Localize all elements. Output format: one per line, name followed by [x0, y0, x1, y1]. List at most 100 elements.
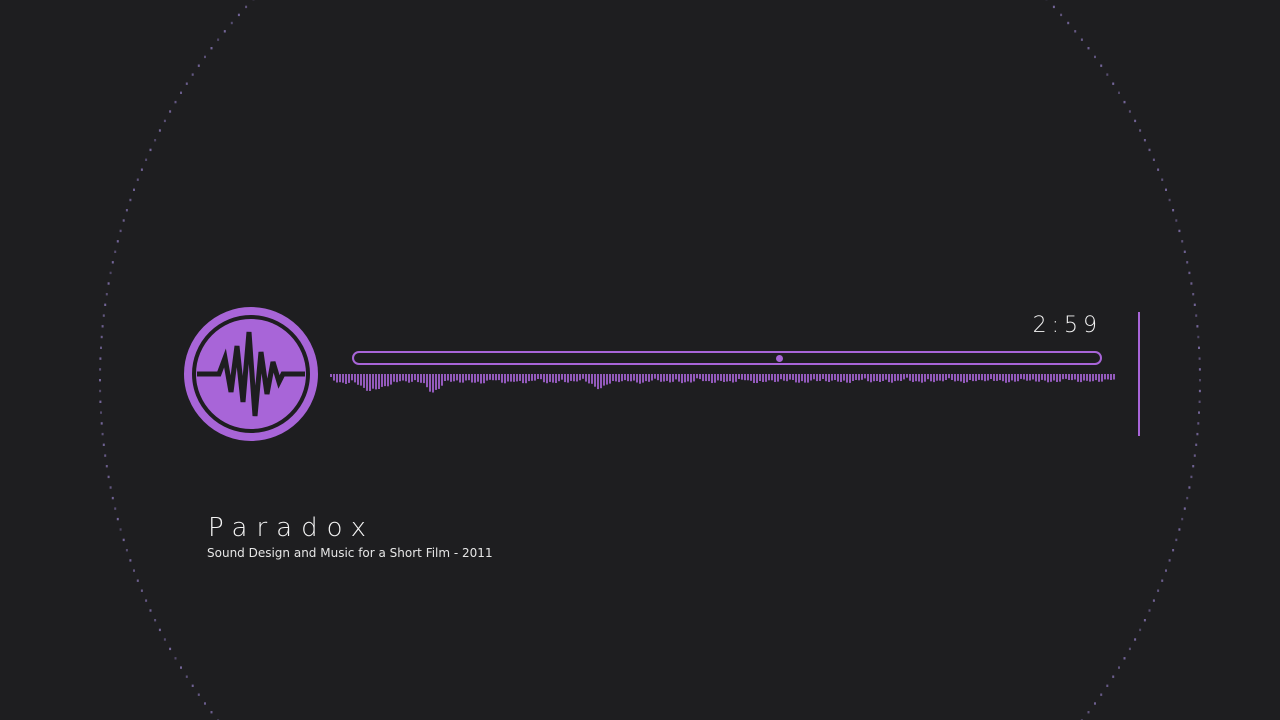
waveform-bar: [969, 374, 971, 380]
waveform-bar: [369, 374, 371, 391]
waveform-bar: [597, 374, 599, 390]
waveform-bar: [726, 374, 728, 382]
waveform-bar: [666, 374, 668, 381]
ring-dot: [1186, 261, 1189, 264]
ring-dot: [109, 271, 112, 275]
waveform-bar: [972, 374, 974, 382]
ring-dot: [1198, 389, 1201, 393]
ring-dot: [111, 496, 114, 500]
ring-dot: [136, 178, 139, 181]
waveform-bar: [720, 374, 722, 381]
waveform-bar: [393, 374, 395, 382]
waveform-bar: [363, 374, 365, 388]
ring-dot: [1060, 13, 1063, 17]
ring-dot: [1195, 314, 1198, 317]
waveform-bar: [609, 374, 611, 384]
waveform-bar: [564, 374, 566, 383]
waveform-bar: [1002, 374, 1004, 382]
waveform-bar: [651, 374, 653, 381]
ring-dot: [204, 55, 206, 59]
waveform-bar: [546, 374, 548, 384]
waveform-bar: [654, 374, 656, 379]
waveform-bar: [948, 374, 950, 379]
waveform-bar: [348, 374, 350, 383]
waveform-bar: [777, 374, 779, 382]
ring-dot: [1175, 219, 1178, 222]
waveform-bar: [1113, 374, 1115, 380]
waveform-bar: [747, 374, 749, 381]
waveform-bar: [882, 374, 884, 381]
waveform-bar: [465, 374, 467, 381]
waveform-bar: [585, 374, 587, 382]
waveform-bar: [405, 374, 407, 382]
ring-dot: [99, 357, 102, 360]
waveform-bar: [534, 374, 536, 381]
ring-dot: [1199, 379, 1201, 382]
progress-knob[interactable]: [775, 355, 783, 362]
ring-dot: [100, 422, 103, 425]
waveform-bar: [447, 374, 449, 381]
waveform-bar: [963, 374, 965, 383]
ring-dot: [1087, 47, 1090, 50]
waveform-icon[interactable]: [183, 306, 319, 442]
waveform-bar: [1098, 374, 1100, 382]
waveform-bar: [438, 374, 440, 389]
ring-dot: [1123, 657, 1126, 660]
elapsed-time: 2:59: [1032, 313, 1102, 338]
waveform-bar: [522, 374, 524, 384]
waveform-bar: [480, 374, 482, 384]
ring-dot: [1197, 422, 1200, 425]
waveform-bar: [816, 374, 818, 382]
waveform-bar: [951, 374, 953, 380]
waveform-bar: [771, 374, 773, 381]
waveform-bar: [384, 374, 386, 387]
waveform-bar: [939, 374, 941, 381]
waveform-bar: [540, 374, 542, 380]
ring-dot: [107, 475, 110, 479]
ring-dot: [191, 73, 194, 76]
waveform-bar: [852, 374, 854, 381]
waveform-bar: [537, 374, 539, 379]
waveform-bar: [888, 374, 890, 383]
ring-dot: [1198, 368, 1201, 371]
ring-dot: [163, 119, 166, 123]
waveform-bar: [588, 374, 590, 384]
waveform-bar: [942, 374, 944, 382]
waveform-bar: [1020, 374, 1022, 379]
waveform-bar: [714, 374, 716, 383]
waveform-bar: [456, 374, 458, 381]
waveform-bar: [477, 374, 479, 382]
ring-dot: [1172, 549, 1175, 552]
waveform-bar: [783, 374, 785, 381]
ring-dot: [111, 261, 114, 264]
waveform-bar: [930, 374, 932, 382]
ring-dot: [1106, 73, 1109, 76]
waveform-bar: [519, 374, 521, 381]
waveform-bar: [1029, 374, 1031, 381]
ring-dot: [100, 411, 102, 414]
waveform-bar: [768, 374, 770, 381]
waveform-bar: [879, 374, 881, 382]
ring-dot: [1139, 628, 1142, 632]
waveform-bar: [390, 374, 392, 385]
ring-dot: [133, 569, 135, 572]
waveform-bar: [1044, 374, 1046, 381]
waveform-bar: [471, 374, 473, 383]
ring-dot: [114, 250, 117, 253]
ring-dot: [174, 100, 177, 104]
waveform-bar: [786, 374, 788, 382]
waveform-bar: [840, 374, 842, 382]
ring-dot: [158, 628, 161, 632]
waveform-bar: [993, 374, 995, 381]
waveform-bar: [573, 374, 575, 382]
waveform-bar: [954, 374, 956, 382]
ring-dot: [1168, 198, 1171, 202]
ring-dot: [1074, 30, 1077, 33]
progress-bar[interactable]: [352, 351, 1102, 365]
ring-dot: [1188, 271, 1191, 275]
waveform-bar: [873, 374, 875, 382]
ring-dot: [204, 702, 206, 705]
waveform-bar: [1101, 374, 1103, 382]
waveform-bar: [1068, 374, 1070, 380]
waveform-bar: [489, 374, 491, 380]
